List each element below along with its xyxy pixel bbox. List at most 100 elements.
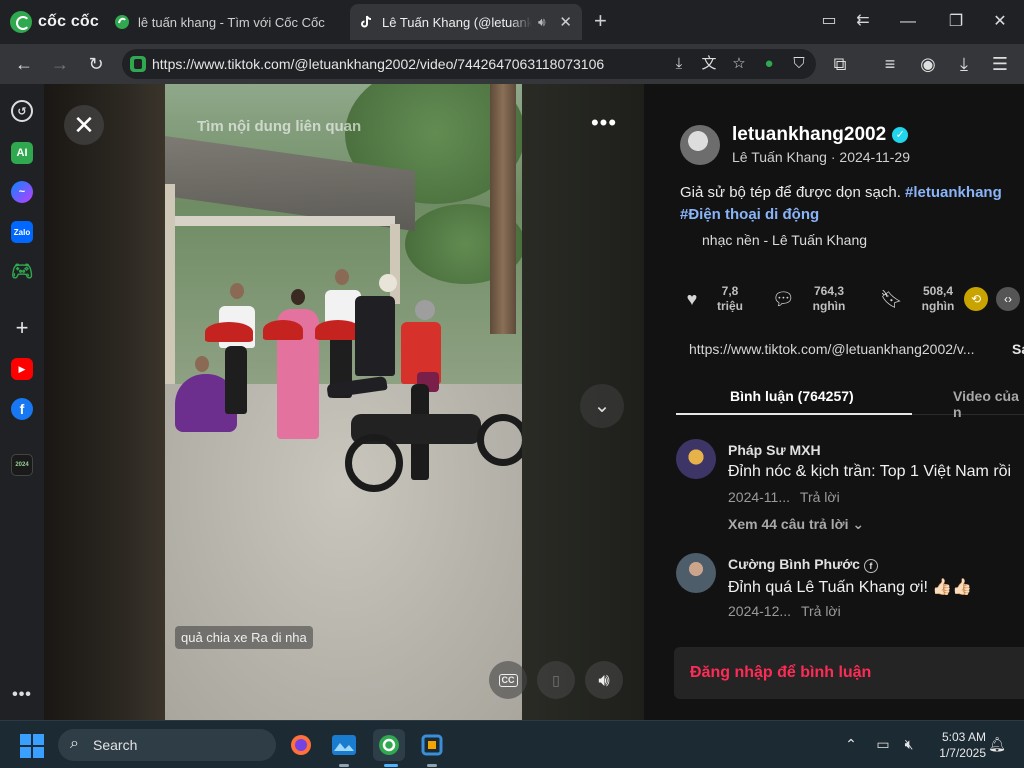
browser-brand[interactable]: cốc cốc <box>10 10 99 34</box>
save-count-value: 508,4 <box>922 284 954 298</box>
author-username-text[interactable]: letuankhang2002 <box>732 124 886 146</box>
taskbar-search[interactable]: ⌕ Search <box>58 729 276 761</box>
login-to-comment-bar[interactable]: Đăng nhập để bình luận <box>674 647 1024 699</box>
comment-meta: 2024-11... Trả lời <box>728 489 840 505</box>
messenger-icon[interactable]: ~ <box>11 181 33 203</box>
like-count: 7,8 triệu <box>712 284 748 314</box>
like-count-unit: triệu <box>716 299 743 313</box>
menu-icon[interactable]: ☰ <box>990 54 1010 74</box>
person-head <box>335 269 349 285</box>
tab-search[interactable]: lê tuấn khang - Tìm với Cốc Cốc <box>114 4 346 40</box>
screenshot-icon[interactable]: ▭ <box>820 12 838 30</box>
view-replies-link[interactable]: Xem 44 câu trả lời ⌄ <box>728 516 864 533</box>
author-avatar[interactable] <box>680 125 720 165</box>
back-button[interactable]: ← <box>14 54 34 74</box>
url-text[interactable]: https://www.tiktok.com/@letuankhang2002/… <box>152 56 604 72</box>
music-link[interactable]: nhạc nền - Lê Tuấn Khang <box>702 232 867 248</box>
system-clock[interactable]: 5:03 AM 1/7/2025 <box>926 729 986 761</box>
hashtag-link[interactable]: #letuankhang <box>905 184 1002 201</box>
network-icon[interactable]: ▭ <box>874 735 892 753</box>
new-tab-button[interactable]: + <box>594 10 607 32</box>
motorbike-wheel <box>345 434 403 492</box>
close-tab-icon[interactable]: ✕ <box>559 13 572 31</box>
virtualbox-icon[interactable] <box>416 729 448 761</box>
comment-date: 2024-12... <box>728 603 792 619</box>
related-content-label[interactable]: Tìm nội dung liên quan <box>197 118 361 135</box>
address-bar[interactable]: https://www.tiktok.com/@letuankhang2002/… <box>122 49 816 79</box>
red-gift-tray <box>263 320 303 340</box>
windows-start-icon[interactable] <box>20 734 44 758</box>
tab-creator-videos[interactable]: Video của n <box>953 388 1024 420</box>
video-player[interactable]: quả chia xe Ra di nha <box>165 84 522 720</box>
close-video-button[interactable]: ✕ <box>64 105 104 145</box>
save-count-unit: nghìn <box>921 299 955 313</box>
media-control-icon[interactable]: ≡ <box>880 54 900 74</box>
helmet <box>415 300 435 320</box>
history-icon[interactable]: ↺ <box>11 100 33 122</box>
forward-button[interactable]: → <box>50 54 70 74</box>
video-link[interactable]: https://www.tiktok.com/@letuankhang2002/… <box>689 341 975 357</box>
dark-mode-icon[interactable]: ● <box>760 55 778 73</box>
add-app-icon[interactable]: + <box>11 315 33 340</box>
commenter-name-text[interactable]: Cường Bình Phước <box>728 556 860 572</box>
coccoc-taskbar-icon[interactable] <box>373 729 405 761</box>
comment-count: 764,3 nghìn <box>804 284 854 314</box>
extensions-icon[interactable]: ⧉ <box>830 54 850 74</box>
ai-assistant-icon[interactable]: AI <box>11 142 33 164</box>
download-video-icon[interactable]: ⤓ <box>670 55 688 73</box>
bookmark-star-icon[interactable]: ☆ <box>730 55 748 73</box>
profile-icon[interactable]: ◉ <box>918 54 938 74</box>
running-indicator <box>427 764 437 767</box>
site-secure-icon[interactable] <box>130 56 146 72</box>
translate-icon[interactable]: 文 <box>700 55 718 73</box>
shield-icon[interactable]: ⛉ <box>790 55 808 73</box>
firefox-icon[interactable] <box>285 729 317 761</box>
tab-comments[interactable]: Bình luận (764257) <box>730 388 854 404</box>
maximize-button[interactable]: ❐ <box>944 10 968 34</box>
downloads-icon[interactable]: ⤓ <box>954 54 974 74</box>
next-video-chevron-icon[interactable]: ⌄ <box>580 384 624 428</box>
year-2024-icon[interactable]: 2024 <box>11 454 33 476</box>
clock-time: 5:03 AM <box>941 730 986 744</box>
reply-link[interactable]: Trả lời <box>800 489 840 505</box>
heart-icon[interactable]: ♥ <box>682 289 702 309</box>
notification-bell-icon[interactable]: 🔔︎ <box>988 735 1006 753</box>
hashtag-link[interactable]: #Điện thoại di động <box>680 206 819 223</box>
bookmark-icon[interactable]: 🔖︎ <box>880 289 903 309</box>
youtube-icon[interactable]: ▶ <box>11 358 33 380</box>
commenter-name[interactable]: Pháp Sư MXH <box>728 442 821 458</box>
volume-icon[interactable]: 🔊︎ <box>585 661 623 699</box>
game-controller-icon[interactable]: 🎮︎ <box>11 260 34 282</box>
author-username[interactable]: letuankhang2002 ✓ <box>732 124 909 146</box>
reply-link[interactable]: Trả lời <box>801 603 841 619</box>
copy-link-button[interactable]: Sa <box>1012 341 1024 357</box>
login-to-comment-text[interactable]: Đăng nhập để bình luận <box>690 664 871 682</box>
comment-icon[interactable]: 💬︎ <box>772 289 795 309</box>
commenter-name[interactable]: Cường Bình Phước f <box>728 556 878 573</box>
commenter-avatar[interactable] <box>676 553 716 593</box>
more-options-icon[interactable]: ••• <box>582 108 626 138</box>
photos-app-icon[interactable] <box>328 729 360 761</box>
tiktok-favicon-icon <box>361 15 372 28</box>
volume-muted-icon[interactable]: 🔇︎ <box>900 735 918 753</box>
zalo-icon[interactable]: Zalo <box>11 221 33 243</box>
embed-icon[interactable]: ‹› <box>996 287 1020 311</box>
author-subline: Lê Tuấn Khang · 2024-11-29 <box>732 149 910 165</box>
facebook-icon[interactable]: f <box>11 398 33 420</box>
comment-count-unit: nghìn <box>812 299 846 313</box>
close-window-button[interactable]: ✕ <box>988 10 1012 34</box>
tab-list-icon[interactable]: ⇇ <box>854 12 872 30</box>
view-replies-label[interactable]: Xem 44 câu trả lời <box>728 516 848 532</box>
minimize-button[interactable]: — <box>896 10 920 34</box>
reload-button[interactable]: ↻ <box>86 54 106 74</box>
comment-meta: 2024-12... Trả lời <box>728 603 841 619</box>
commenter-avatar[interactable] <box>676 439 716 479</box>
repost-icon[interactable]: ⟲ <box>964 287 988 311</box>
floating-player-icon[interactable]: ▯ <box>537 661 575 699</box>
captions-icon[interactable]: CC <box>489 661 527 699</box>
more-apps-icon[interactable]: ••• <box>11 684 33 706</box>
verified-badge-icon: ✓ <box>892 127 909 143</box>
speaker-icon[interactable]: 🔊︎ <box>538 15 546 30</box>
show-hidden-icons-chevron[interactable]: ⌃ <box>842 735 860 753</box>
tab-tiktok[interactable]: Lê Tuấn Khang (@letuank 🔊︎ ✕ <box>350 4 582 40</box>
